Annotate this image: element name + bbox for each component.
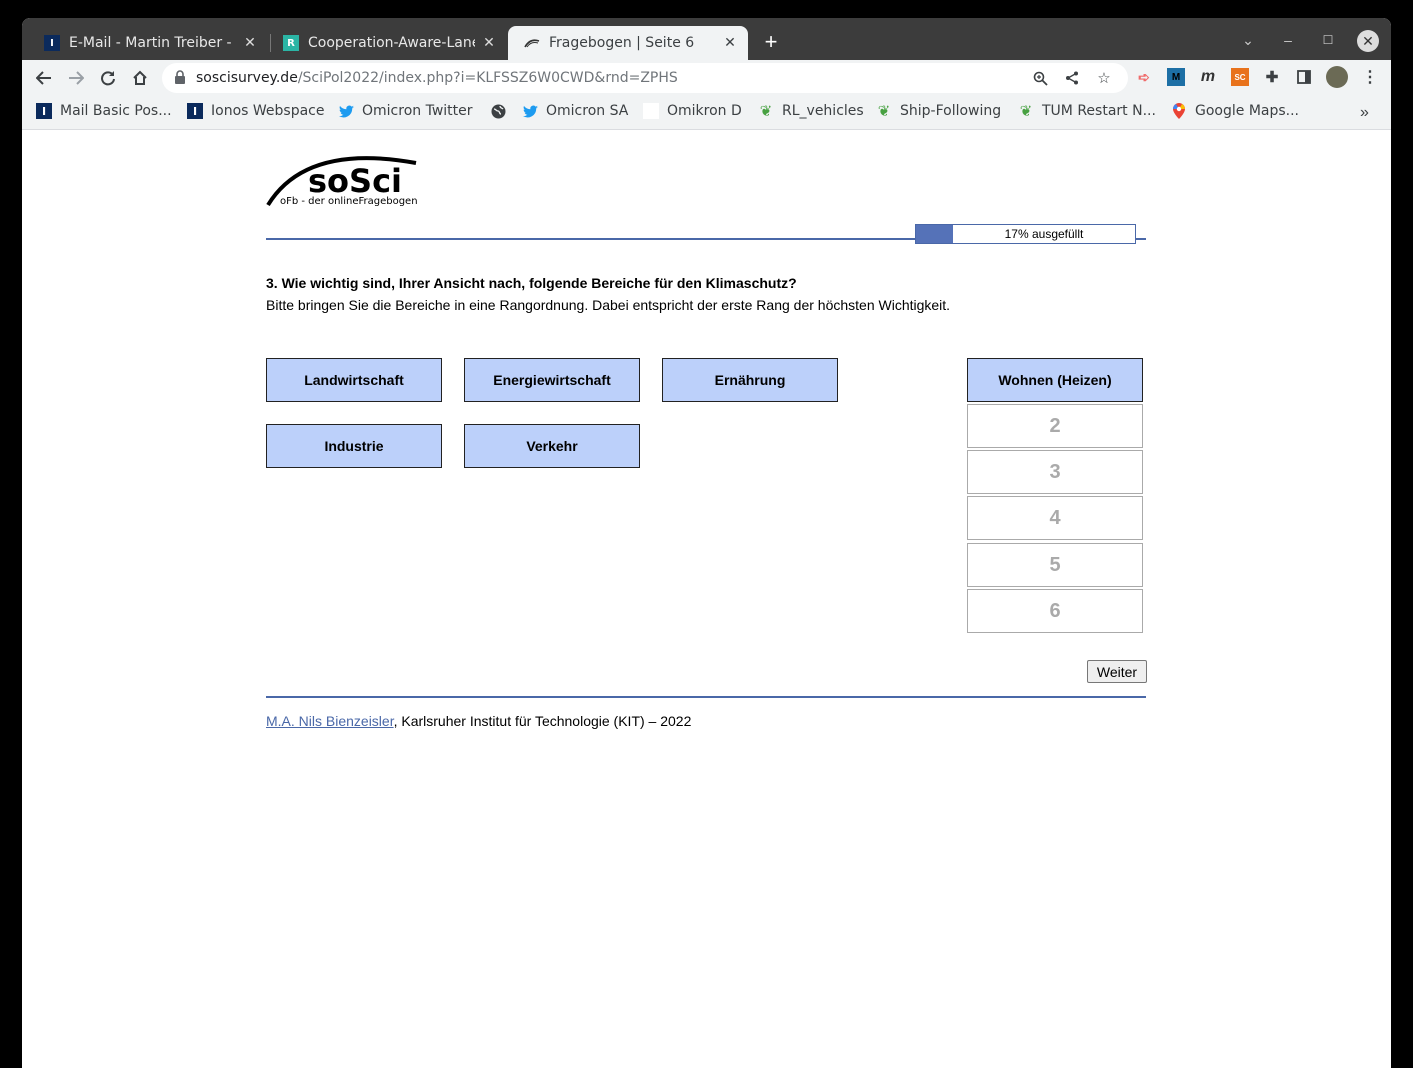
star-icon[interactable]: ☆ [1093,67,1115,89]
puzzle-icon[interactable]: ✚ [1263,68,1281,86]
menu-dots-icon[interactable]: ⋮ [1361,68,1379,86]
close-icon[interactable]: ✕ [481,35,497,51]
bookmark-mail-basic[interactable]: I Mail Basic Pos... [36,103,172,119]
overleaf-icon: ❦ [1019,102,1033,120]
bookmark-label: Google Maps... [1195,103,1300,119]
footer-divider [266,696,1146,698]
rank-slot-5[interactable]: 5 [967,543,1143,587]
bookmark-label: Omicron Twitter [362,103,473,119]
rank-item-energiewirtschaft[interactable]: Energiewirtschaft [464,358,640,402]
reload-icon [101,71,115,86]
toolbar: soscisurvey.de/SciPol2022/index.php?i=KL… [22,60,1391,96]
twitter-icon [522,103,538,119]
ionos-icon: I [187,103,203,119]
next-button[interactable]: Weiter [1087,660,1147,683]
logo-subtitle: oFb - der onlineFragebogen [280,196,418,207]
bookmark-label: Mail Basic Pos... [60,103,172,119]
maps-pin-icon [1171,103,1187,119]
globe-icon [490,103,506,119]
bookmark-omicron-twitter[interactable]: Omicron Twitter [338,103,473,119]
reload-button[interactable] [94,64,122,92]
url-path: /SciPol2022/index.php?i=KLFSSZ6W0CWD&rnd… [297,70,678,86]
footer-text: , Karlsruher Institut für Technologie (K… [393,713,692,729]
ionos-icon: I [36,103,52,119]
close-icon[interactable]: ✕ [722,35,738,51]
rank-item-industrie[interactable]: Industrie [266,424,442,468]
new-tab-button[interactable]: + [759,30,783,54]
bookmark-omicron-sa[interactable]: Omicron SA [522,103,628,119]
sosci-logo: soSci oFb - der onlineFragebogen [266,156,418,207]
bookmarks-bar: I Mail Basic Pos... I Ionos Webspace Omi… [22,96,1391,130]
overleaf-icon: ❦ [759,102,773,120]
bookmark-ionos-webspace[interactable]: I Ionos Webspace [187,103,324,119]
bookmark-rl-vehicles[interactable]: ❦ RL_vehicles [758,102,864,120]
ranked-item-wohnen-heizen[interactable]: Wohnen (Heizen) [967,358,1143,402]
extension-sc-icon[interactable]: SC [1231,68,1249,86]
ionos-icon: I [44,35,60,51]
bookmark-omikron-d[interactable]: Omikron D [643,103,742,119]
rank-slot-6[interactable]: 6 [967,589,1143,633]
bookmark-label: Ionos Webspace [211,103,325,119]
extension-m-icon[interactable]: M [1167,68,1185,86]
address-bar[interactable]: soscisurvey.de/SciPol2022/index.php?i=KL… [162,63,1128,93]
bookmark-label: Omicron SA [546,103,629,119]
tab-fragebogen[interactable]: Fragebogen | Seite 6 ✕ [508,26,748,60]
arrow-right-icon [69,71,84,85]
researchgate-icon: R [283,35,299,51]
tab-cooperation[interactable]: R Cooperation-Aware-Lane ✕ [267,26,507,60]
maximize-button[interactable]: ☐ [1316,26,1340,54]
browser-window: I E-Mail - Martin Treiber - M ✕ R Cooper… [22,18,1391,1068]
sidepanel-icon[interactable] [1295,68,1313,86]
close-icon[interactable]: ✕ [242,35,258,51]
overleaf-icon: ❦ [877,102,891,120]
bookmark-label: TUM Restart N... [1042,103,1156,119]
tab-strip: I E-Mail - Martin Treiber - M ✕ R Cooper… [22,18,1391,60]
forward-button[interactable] [62,64,90,92]
rank-slot-3[interactable]: 3 [967,450,1143,494]
bookmark-label: RL_vehicles [782,103,864,119]
zoom-icon[interactable] [1029,67,1051,89]
progress-bar: 17% ausgefüllt [915,224,1136,244]
tab-title: Cooperation-Aware-Lane [308,35,475,51]
tab-title: Fragebogen | Seite 6 [549,35,695,51]
page-content: soSci oFb - der onlineFragebogen 17% aus… [22,131,1391,1068]
question-title: 3. Wie wichtig sind, Ihrer Ansicht nach,… [266,275,797,291]
bookmarks-more-button[interactable]: » [1360,104,1369,122]
window-close-button[interactable]: ✕ [1357,30,1379,52]
share-icon[interactable] [1061,67,1083,89]
footer: M.A. Nils Bienzeisler, Karlsruher Instit… [266,713,691,729]
back-button[interactable] [30,64,58,92]
rank-slot-2[interactable]: 2 [967,404,1143,448]
url-host: soscisurvey.de [196,70,298,86]
bookmark-label: Omikron D [667,103,742,119]
bookmark-label: Ship-Following [900,103,1002,119]
logo-text: soSci [308,162,402,200]
arrow-left-icon [36,71,51,85]
tab-title: E-Mail - Martin Treiber - M [69,35,236,51]
rank-item-ernaehrung[interactable]: Ernährung [662,358,838,402]
progress-label: 17% ausgefüllt [1004,227,1084,241]
lock-icon [175,70,185,84]
rank-slot-4[interactable]: 4 [967,496,1143,540]
bookmark-globe[interactable] [490,103,514,119]
rank-item-verkehr[interactable]: Verkehr [464,424,640,468]
home-icon [133,70,147,85]
tab-email[interactable]: I E-Mail - Martin Treiber - M ✕ [28,26,268,60]
rank-item-landwirtschaft[interactable]: Landwirtschaft [266,358,442,402]
url-text: soscisurvey.de/SciPol2022/index.php?i=KL… [196,70,678,86]
chevron-down-icon[interactable]: ⌄ [1236,26,1260,54]
bookmark-tum-restart[interactable]: ❦ TUM Restart N... [1018,102,1156,120]
minimize-button[interactable]: – [1276,26,1300,54]
extension-mendeley-icon[interactable]: m [1199,68,1217,86]
bookmark-ship-following[interactable]: ❦ Ship-Following [876,102,1002,120]
home-button[interactable] [126,64,154,92]
extension-arrow-icon[interactable]: ➪ [1135,68,1153,86]
avatar[interactable] [1326,66,1348,88]
sosci-icon [524,35,540,51]
question-hint: Bitte bringen Sie die Bereiche in eine R… [266,297,951,313]
blank-page-icon [643,103,659,119]
twitter-icon [338,103,354,119]
author-link[interactable]: M.A. Nils Bienzeisler [266,713,394,729]
bookmark-google-maps[interactable]: Google Maps... [1171,103,1299,119]
